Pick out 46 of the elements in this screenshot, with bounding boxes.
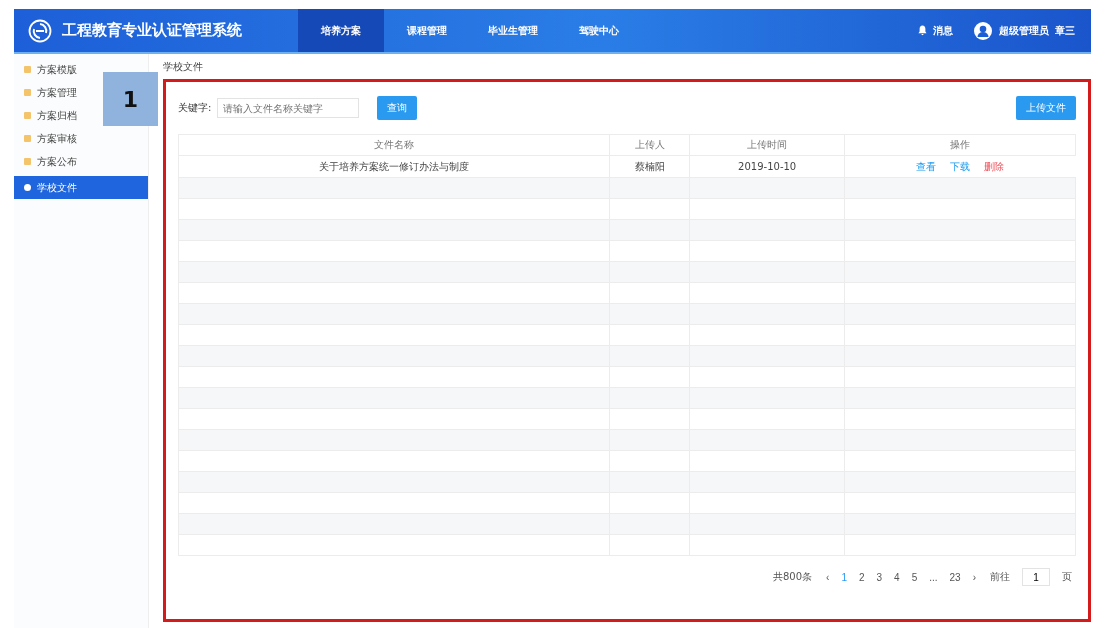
total-count: 共800条 [772, 570, 813, 584]
square-icon [24, 158, 31, 165]
column-header: 上传时间 [690, 134, 845, 156]
square-icon [24, 66, 31, 73]
page-number[interactable]: 2 [856, 571, 867, 583]
table-cell: 2019-10-10 [690, 155, 845, 178]
bell-icon[interactable] [918, 25, 927, 36]
square-icon [24, 89, 31, 96]
goto-label: 前往 [990, 570, 1010, 584]
page-suffix: 页 [1062, 570, 1072, 584]
column-header: 文件名称 [178, 134, 610, 156]
sidebar-item[interactable]: 方案公布 [14, 150, 81, 173]
callout-number: 1 [103, 72, 158, 126]
search-field[interactable]: 请输入文件名称关键字 [217, 98, 360, 118]
page-number[interactable]: 23 [947, 571, 963, 583]
breadcrumb: 学校文件 [163, 60, 204, 74]
column-header: 上传人 [609, 134, 690, 156]
user-name[interactable]: 章三 [1055, 23, 1075, 38]
nav-tab[interactable]: 驾驶中心 [556, 9, 642, 52]
page-number[interactable]: 4 [892, 571, 902, 583]
table-cell: 蔡楠阳 [609, 155, 690, 178]
sidebar-item[interactable]: 方案模版 [14, 58, 81, 81]
logo-icon [28, 18, 52, 43]
nav-tab[interactable]: 课程管理 [384, 9, 470, 52]
page-number[interactable]: 5 [909, 571, 920, 583]
sidebar-item[interactable]: 学校文件 [14, 176, 148, 199]
next-page-button[interactable]: › [970, 571, 978, 583]
user-role: 超级管理员 [999, 23, 1049, 38]
page-input[interactable]: 1 [1022, 568, 1050, 586]
page-number[interactable]: ... [927, 571, 940, 583]
table-cell: 关于培养方案统一修订办法与制度 [178, 155, 610, 178]
nav-tab[interactable]: 培养方案 [298, 9, 384, 52]
square-icon [24, 112, 31, 119]
messages-link[interactable]: 消息 [933, 23, 953, 38]
action-link[interactable]: 删除 [984, 159, 1005, 174]
nav-tab[interactable]: 毕业生管理 [470, 9, 556, 52]
sidebar-item[interactable]: 方案管理 [14, 81, 81, 104]
sidebar-item[interactable]: 方案审核 [14, 127, 81, 150]
avatar-icon[interactable] [973, 20, 993, 41]
page-number[interactable]: 3 [874, 571, 885, 583]
sidebar-item[interactable]: 方案归档 [14, 104, 81, 127]
square-icon [24, 135, 31, 142]
previous-page-button[interactable]: ‹ [824, 571, 832, 583]
app-title: 工程教育专业认证管理系统 [62, 21, 242, 40]
keyword-label: 关键字: [178, 101, 212, 115]
column-header: 操作 [844, 134, 1076, 156]
